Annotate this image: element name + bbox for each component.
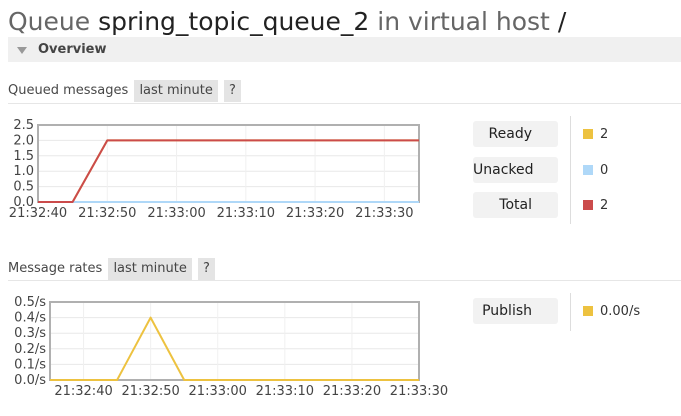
- rates-ytick-label: 0.4/s: [14, 311, 46, 326]
- queue-name: spring_topic_queue_2: [98, 7, 370, 36]
- queued-xtick-label: 21:33:10: [217, 206, 275, 221]
- total-swatch: [583, 200, 593, 210]
- message-rates-chart: 0.0/s 0.1/s 0.2/s 0.3/s 0.4/s 0.5/s 21:32:40 21…: [0, 293, 460, 407]
- queued-messages-header: Queued messages last minute ?: [8, 80, 241, 102]
- rates-ytick-label: 0.0/s: [14, 373, 46, 388]
- ready-swatch: [583, 129, 593, 139]
- queued-ytick-label: 1.5: [13, 149, 34, 164]
- queued-messages-chart: 0.0 0.5 1.0 1.5 2.0 2.5 21:32:40 21:32:50 21:33:…: [0, 116, 460, 230]
- overview-section-toggle[interactable]: Overview: [8, 37, 681, 62]
- rates-divider: [8, 280, 681, 281]
- rates-plot-frame: [49, 301, 420, 381]
- legend-ready-button[interactable]: Ready: [473, 121, 558, 147]
- queued-ytick-label: 2.5: [13, 118, 34, 133]
- rates-legend-separator: [570, 293, 571, 331]
- rates-ytick-label: 0.3/s: [14, 326, 46, 341]
- queued-messages-label: Queued messages: [8, 83, 129, 98]
- rates-ytick-label: 0.2/s: [14, 342, 46, 357]
- queued-xtick-label: 21:33:00: [147, 206, 205, 221]
- legend-publish-value: 0.00/s: [583, 305, 640, 319]
- ready-count: 2: [600, 127, 609, 142]
- title-middle: in virtual host: [377, 7, 550, 36]
- rates-range-button[interactable]: last minute: [108, 258, 192, 280]
- rates-ytick-label: 0.1/s: [14, 357, 46, 372]
- queued-chart-svg: 0.00.51.01.52.02.521:32:40 21:32:50 21:33:…: [9, 118, 420, 221]
- total-count: 2: [600, 198, 609, 213]
- queued-range-button[interactable]: last minute: [134, 80, 218, 102]
- message-rates-label: Message rates: [8, 261, 103, 276]
- queued-ytick-label: 2.0: [13, 133, 34, 148]
- queued-xtick-label: 21:32:50: [78, 206, 136, 221]
- queued-ytick-label: 0.5: [13, 180, 34, 195]
- rates-xtick-label: 21:33:30: [390, 384, 448, 399]
- legend-unacked-value: 0: [583, 164, 608, 178]
- legend-publish-button[interactable]: Publish: [473, 298, 558, 324]
- legend-ready-value: 2: [583, 128, 608, 142]
- publish-rate: 0.00/s: [600, 304, 641, 319]
- queued-help-button[interactable]: ?: [224, 80, 241, 102]
- queued-xtick-label: 21:32:40: [9, 206, 67, 221]
- legend-total-button[interactable]: Total: [473, 192, 558, 218]
- title-prefix: Queue: [8, 7, 91, 36]
- vhost-name: /: [557, 7, 567, 36]
- rates-xtick-label: 21:32:50: [121, 384, 179, 399]
- queued-ytick-label: 1.0: [13, 164, 34, 179]
- queued-divider: [8, 103, 681, 104]
- queued-legend-separator: [570, 116, 571, 224]
- legend-total-value: 2: [583, 199, 608, 213]
- rates-xtick-label: 21:33:00: [189, 384, 247, 399]
- publish-swatch: [583, 306, 593, 316]
- overview-label: Overview: [38, 42, 107, 57]
- rates-xtick-label: 21:33:20: [323, 384, 381, 399]
- queued-xtick-label: 21:33:20: [286, 206, 344, 221]
- rates-ytick-label: 0.5/s: [14, 295, 46, 310]
- rates-xtick-label: 21:32:40: [54, 384, 112, 399]
- page-title: Queue spring_topic_queue_2 in virtual ho…: [8, 6, 566, 38]
- rates-chart-svg: 0.0/s0.1/s0.2/s0.3/s0.4/s0.5/s 21:32:40 21…: [14, 295, 448, 399]
- unacked-count: 0: [600, 163, 609, 178]
- unacked-swatch: [583, 165, 593, 175]
- queued-xtick-label: 21:33:30: [355, 206, 413, 221]
- legend-unacked-button[interactable]: Unacked: [473, 157, 558, 183]
- rates-help-button[interactable]: ?: [198, 258, 215, 280]
- rates-xtick-label: 21:33:10: [256, 384, 314, 399]
- collapse-triangle-icon: [17, 47, 27, 54]
- message-rates-header: Message rates last minute ?: [8, 258, 215, 280]
